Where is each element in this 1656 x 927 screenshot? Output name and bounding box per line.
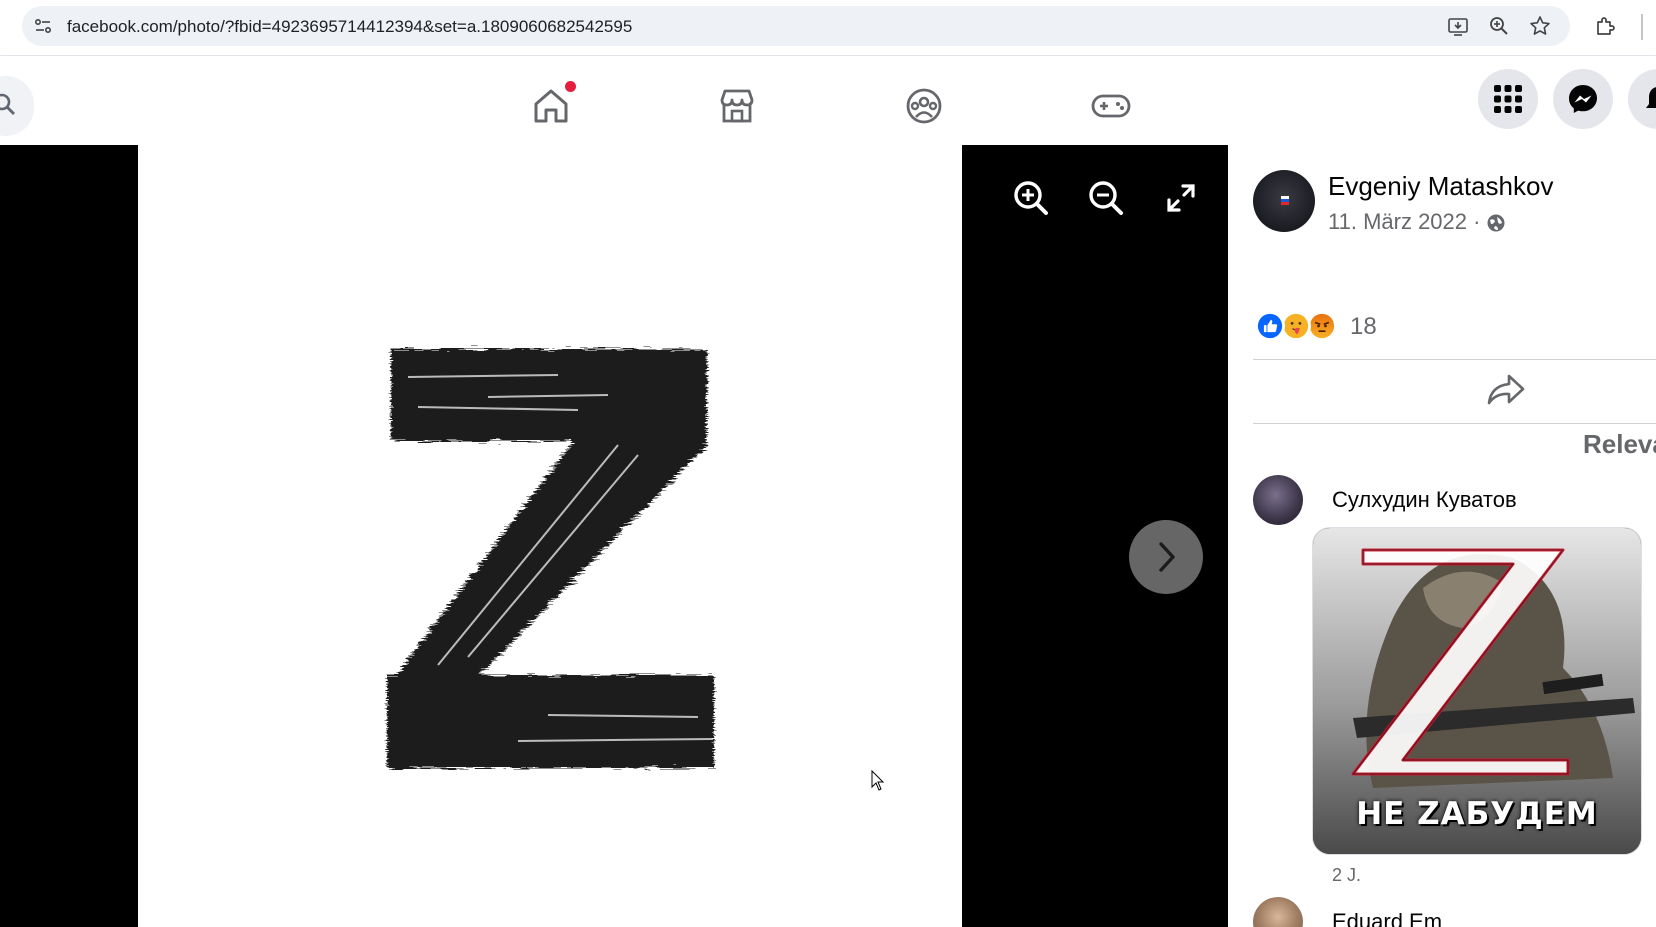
facebook-top-nav	[0, 56, 1656, 145]
flag-icon	[1281, 196, 1289, 205]
like-reaction-icon	[1255, 311, 1285, 341]
comment-sort-dropdown[interactable]: Relevant	[1583, 429, 1656, 460]
tab-marketplace[interactable]	[677, 74, 797, 138]
fullscreen-icon[interactable]	[1161, 178, 1201, 218]
site-info-icon[interactable]	[32, 15, 54, 37]
messenger-button[interactable]	[1553, 69, 1613, 129]
photo-viewer	[0, 145, 1228, 927]
menu-button[interactable]	[1478, 69, 1538, 129]
zoom-in-icon[interactable]	[1011, 178, 1051, 218]
next-photo-button[interactable]	[1129, 520, 1203, 594]
reaction-count[interactable]: 18	[1350, 313, 1377, 341]
comment-image-caption: НЕ ZАБУДЕМ	[1356, 796, 1598, 832]
globe-icon	[1487, 214, 1505, 232]
zoom-out-icon[interactable]	[1086, 178, 1126, 218]
gaming-controller-icon	[1091, 94, 1131, 118]
groups-icon	[906, 88, 942, 124]
address-bar[interactable]: facebook.com/photo/?fbid=492369571441239…	[22, 6, 1570, 46]
angry-reaction-icon	[1307, 311, 1337, 341]
home-notification-badge	[563, 79, 578, 94]
bell-icon	[1646, 87, 1656, 108]
bookmark-star-icon[interactable]	[1529, 15, 1551, 37]
tab-groups[interactable]	[864, 74, 984, 138]
marketplace-icon	[720, 89, 754, 123]
commenter-avatar[interactable]	[1253, 475, 1303, 525]
author-avatar[interactable]	[1253, 170, 1315, 232]
divider	[1253, 359, 1656, 360]
zoom-icon[interactable]	[1488, 15, 1510, 37]
install-app-icon[interactable]	[1447, 15, 1469, 37]
tab-home[interactable]	[491, 74, 611, 138]
tab-gaming[interactable]	[1051, 74, 1171, 138]
commenter-name[interactable]: Сулхудин Куватов	[1332, 487, 1517, 513]
commenter-name[interactable]: Eduard Em	[1332, 909, 1442, 927]
comment-image[interactable]: НЕ ZАБУДЕМ	[1312, 527, 1642, 855]
care-reaction-icon	[1281, 311, 1311, 341]
z-letter-image	[387, 349, 714, 768]
messenger-icon	[1569, 85, 1597, 113]
chevron-right-icon	[1159, 542, 1175, 572]
share-icon[interactable]	[1484, 372, 1528, 408]
url-text[interactable]: facebook.com/photo/?fbid=492369571441239…	[67, 17, 632, 37]
divider	[1253, 423, 1656, 424]
commenter-avatar[interactable]	[1253, 897, 1303, 927]
comment-timestamp[interactable]: 2 J.	[1332, 865, 1361, 886]
search-icon	[0, 93, 15, 115]
extensions-icon[interactable]	[1594, 14, 1618, 38]
mouse-cursor-icon	[871, 770, 885, 791]
browser-toolbar: facebook.com/photo/?fbid=492369571441239…	[0, 0, 1656, 56]
post-photo[interactable]	[138, 145, 962, 927]
post-details-panel: Evgeniy Matashkov 11. März 2022 · 18 Rel…	[1228, 145, 1656, 927]
post-date[interactable]: 11. März 2022 ·	[1328, 209, 1480, 235]
search-button[interactable]	[0, 76, 34, 136]
author-name[interactable]: Evgeniy Matashkov	[1328, 171, 1553, 202]
menu-grid-icon	[1494, 85, 1522, 113]
toolbar-divider	[1641, 14, 1643, 40]
notifications-button[interactable]	[1628, 69, 1656, 129]
